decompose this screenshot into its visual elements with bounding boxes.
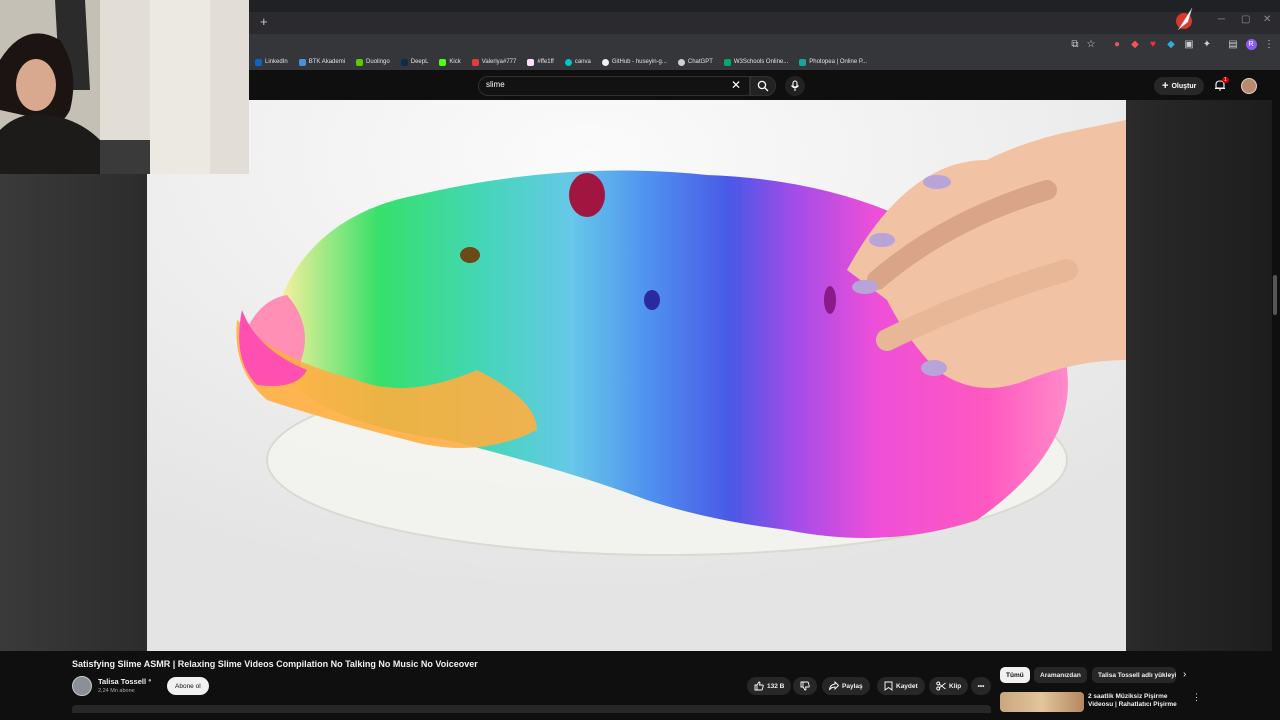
search-button[interactable] [750, 76, 776, 96]
btk-icon [298, 58, 306, 66]
subscribe-button[interactable]: Abone ol [167, 677, 209, 695]
deepl-icon [400, 58, 408, 66]
webcam-overlay [0, 0, 249, 174]
recommendation-title[interactable]: 2 saatlik Müziksiz Pişirme Videosu | Rah… [1088, 693, 1186, 709]
chatgpt-icon [677, 58, 685, 66]
photopea-icon [799, 58, 807, 66]
browser-tabstrip [249, 12, 1280, 34]
dislike-button[interactable] [793, 677, 817, 695]
extension-icon[interactable]: ● [1110, 37, 1124, 51]
bookmark-chatgpt[interactable]: ChatGPT [677, 58, 713, 66]
browser-toolbar [249, 34, 1280, 54]
page-scrollbar[interactable] [1273, 275, 1277, 315]
account-avatar[interactable] [1241, 78, 1257, 94]
create-button[interactable]: + Oluştur [1154, 77, 1205, 95]
search-icon [757, 80, 769, 92]
chevron-right-icon[interactable]: › [1183, 669, 1186, 680]
bookmark-star-icon[interactable]: ☆ [1084, 37, 1098, 51]
bookmark-icon [471, 58, 479, 66]
bookmark-btk[interactable]: BTK Akademi [298, 58, 345, 66]
new-tab-button[interactable]: + [260, 14, 268, 29]
kick-icon [439, 58, 447, 66]
microphone-icon [791, 80, 799, 91]
recommendation-menu-icon[interactable]: ⋮ [1192, 692, 1201, 703]
video-player[interactable] [147, 100, 1126, 651]
w3schools-icon [723, 58, 731, 66]
ambient-left [0, 174, 147, 651]
clip-button[interactable]: Klip [929, 677, 969, 695]
bookmark-icon [527, 58, 535, 66]
voice-search-button[interactable] [785, 76, 805, 96]
browser-menu-icon[interactable]: ⋮ [1262, 37, 1276, 51]
clear-search-icon[interactable]: ✕ [731, 78, 741, 92]
bookmark-linkedin[interactable]: LinkedIn [255, 58, 288, 66]
verified-badge-icon: ● [148, 678, 152, 684]
bookmarks-bar: LinkedIn BTK Akademi Duolingo DeepL Kick… [249, 54, 1280, 70]
thumbs-up-icon [754, 681, 764, 691]
bookmark-color[interactable]: #ffe1ff [527, 58, 554, 66]
subscriber-count: 2,24 Mn abone [98, 688, 135, 694]
canva-icon [564, 58, 572, 66]
side-panel-icon[interactable]: ▤ [1226, 37, 1240, 51]
minimize-button[interactable]: ─ [1218, 14, 1225, 25]
share-icon [829, 681, 839, 691]
extension-icon[interactable]: ◆ [1128, 37, 1142, 51]
linkedin-icon [255, 58, 262, 66]
channel-avatar[interactable] [72, 676, 92, 696]
ambient-right [1126, 100, 1272, 651]
channel-name[interactable]: Talisa Tossell [98, 677, 146, 686]
extension-icon[interactable]: ◆ [1164, 37, 1178, 51]
install-icon[interactable]: ⧉ [1068, 37, 1082, 51]
bookmark-w3schools[interactable]: W3Schools Online... [723, 58, 788, 66]
maximize-button[interactable]: ▢ [1241, 14, 1250, 25]
search-input[interactable] [478, 76, 750, 96]
bookmark-deepl[interactable]: DeepL [400, 58, 428, 66]
bookmark-valeriya[interactable]: Valeriya#777 [471, 58, 516, 66]
chip-all[interactable]: Tümü [1000, 667, 1030, 683]
bookmark-canva[interactable]: canva [564, 58, 591, 66]
extension-icon[interactable]: ▣ [1182, 37, 1196, 51]
recommendation-thumbnail[interactable] [1000, 692, 1084, 712]
notification-badge: 1 [1222, 77, 1229, 83]
like-count: 132 B [767, 682, 785, 690]
like-button[interactable]: 132 B [747, 677, 792, 695]
extension-icon[interactable]: ♥ [1146, 37, 1160, 51]
plus-icon: + [1162, 80, 1169, 92]
chip-from-search[interactable]: Aramanızdan [1034, 667, 1087, 683]
bookmark-photopea[interactable]: Photopea | Online P... [799, 58, 867, 66]
description-box[interactable] [72, 705, 991, 713]
duolingo-icon [356, 58, 364, 66]
bookmark-icon [884, 681, 893, 691]
bookmark-duolingo[interactable]: Duolingo [356, 58, 390, 66]
bookmark-github[interactable]: GitHub - huseyin-g... [601, 58, 667, 66]
close-window-button[interactable]: ✕ [1263, 14, 1271, 25]
scissors-icon [936, 681, 946, 691]
github-icon [601, 58, 609, 66]
chip-from-uploader[interactable]: Talisa Tossell adlı yükleyiciden [1092, 667, 1176, 683]
webcam-feed [0, 0, 249, 174]
search-query-text[interactable]: slime [486, 80, 505, 89]
profile-avatar[interactable]: R [1244, 37, 1258, 51]
more-actions-button[interactable]: ••• [971, 677, 991, 695]
thumbs-down-icon [800, 681, 810, 691]
share-button[interactable]: Paylaş [822, 677, 870, 695]
feather-pen-icon [1172, 6, 1196, 32]
video-frame-slime [147, 100, 1126, 651]
bookmark-kick[interactable]: Kick [439, 58, 461, 66]
video-title: Satisfying Slime ASMR | Relaxing Slime V… [72, 659, 478, 669]
extensions-puzzle-icon[interactable]: ✦ [1200, 37, 1214, 51]
save-button[interactable]: Kaydet [877, 677, 925, 695]
